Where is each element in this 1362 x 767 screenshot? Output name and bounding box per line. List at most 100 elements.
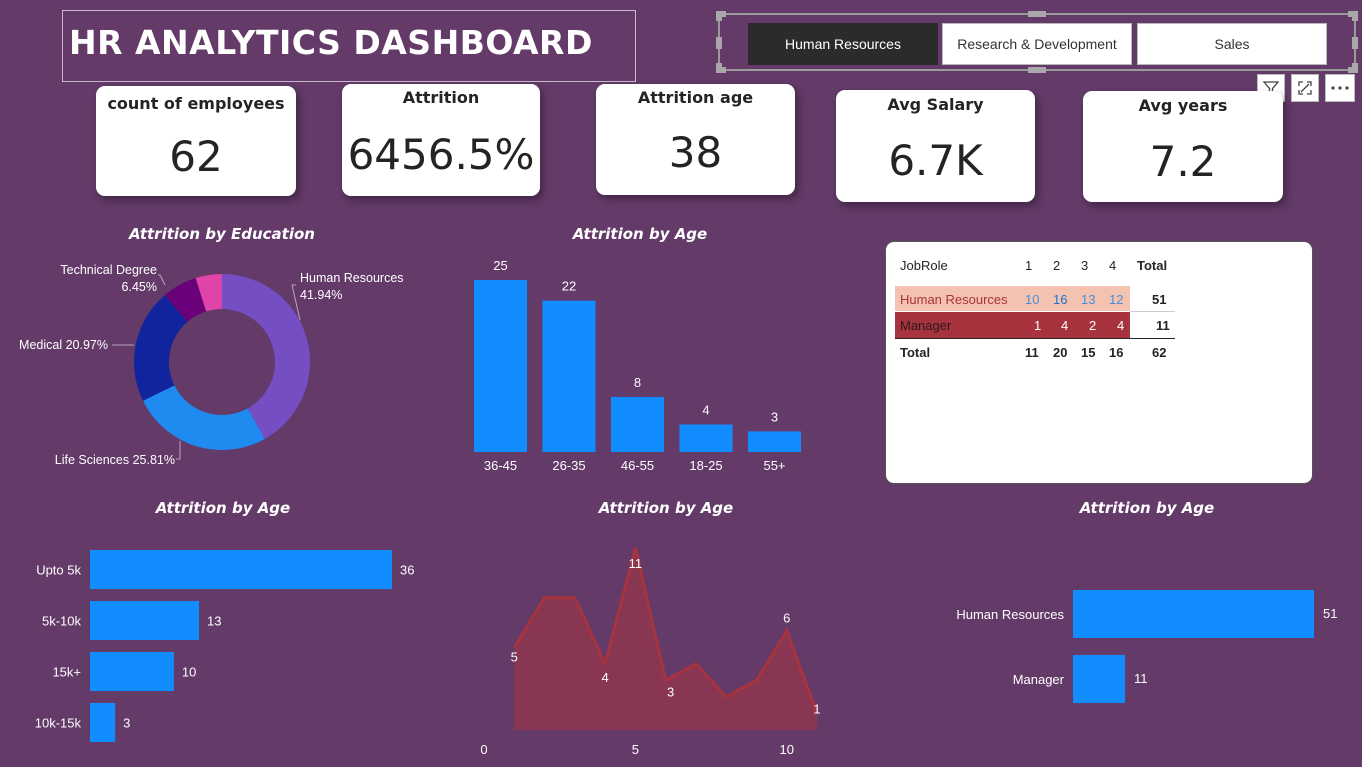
x-tick-label: 5	[632, 742, 639, 757]
matrix-row-label[interactable]: Human Resources	[900, 292, 1008, 307]
x-tick-label: 26-35	[552, 458, 585, 473]
y-tick-label: 5k-10k	[42, 614, 82, 629]
matrix-header-total: Total	[1137, 258, 1168, 273]
resize-handle[interactable]	[1352, 63, 1358, 73]
area-chart-age[interactable]: 54113610 5 10	[460, 530, 860, 765]
slicer-option-human-resources[interactable]: Human Resources	[748, 23, 938, 65]
donut-slice[interactable]	[142, 385, 265, 450]
matrix-row-label[interactable]: Manager	[900, 318, 951, 333]
bar[interactable]	[1073, 590, 1314, 638]
donut-data-label: Technical Degree	[60, 263, 157, 277]
bar[interactable]	[679, 424, 733, 452]
kpi-label: Avg years	[1138, 96, 1228, 115]
bar-data-label: 8	[634, 375, 641, 390]
point-data-label: 3	[667, 684, 674, 699]
bar[interactable]	[90, 550, 392, 589]
focus-mode-icon[interactable]	[1291, 74, 1319, 102]
resize-handle[interactable]	[1028, 11, 1046, 17]
jobrole-matrix[interactable]: JobRole 1 2 3 4 Total Human Resources 10…	[885, 241, 1313, 484]
bar-data-label: 36	[400, 563, 414, 578]
chart-title-area: Attrition by Age	[598, 499, 734, 517]
chart-title-salary-bar: Attrition by Age	[155, 499, 291, 517]
bar[interactable]	[1073, 655, 1125, 703]
donut-data-label: 6.45%	[122, 280, 157, 294]
resize-handle[interactable]	[716, 63, 722, 73]
chart-title-jobrole-bar: Attrition by Age	[1079, 499, 1215, 517]
kpi-value: 6.7K	[888, 136, 983, 185]
bar-data-label: 13	[207, 614, 221, 629]
point-data-label: 6	[783, 611, 790, 626]
kpi-value: 6456.5%	[347, 130, 535, 179]
x-tick-label: 10	[779, 742, 793, 757]
bar[interactable]	[542, 300, 596, 452]
matrix-header: 2	[1053, 258, 1061, 273]
bar[interactable]	[474, 280, 527, 452]
area-fill	[514, 548, 817, 730]
kpi-value: 7.2	[1149, 137, 1217, 186]
bar[interactable]	[611, 396, 664, 452]
kpi-card-employee-count[interactable]: count of employees 62	[96, 86, 296, 196]
kpi-label: Attrition age	[637, 88, 754, 107]
bar[interactable]	[90, 703, 116, 742]
matrix-cell: 13	[1081, 292, 1096, 307]
bar-chart-jobrole[interactable]: Human Resources 51 Manager 11	[900, 570, 1360, 720]
bar[interactable]	[748, 431, 801, 452]
matrix-row-total: 51	[1152, 292, 1167, 307]
x-tick-label: 18-25	[689, 458, 722, 473]
matrix-header-jobrole: JobRole	[900, 258, 948, 273]
resize-handle[interactable]	[1352, 37, 1358, 49]
point-data-label: 5	[511, 649, 518, 664]
y-tick-label: Manager	[1013, 672, 1065, 687]
donut-chart-education[interactable]: Human Resources 41.94% Technical Degree 6.4…	[0, 245, 440, 475]
bar-data-label: 3	[771, 409, 778, 424]
matrix-header: 3	[1081, 258, 1089, 273]
matrix-total-cell: 15	[1081, 345, 1096, 360]
bar-data-label: 3	[123, 716, 130, 731]
point-data-label: 11	[629, 556, 643, 571]
matrix-total-cell: 16	[1109, 345, 1124, 360]
matrix-header: 1	[1025, 258, 1033, 273]
matrix-divider	[1130, 311, 1175, 312]
matrix-total-label: Total	[900, 345, 931, 360]
bar-chart-age[interactable]: 25 36-45 22 26-35 8 46-55 4 18-25 3 55+	[460, 250, 820, 480]
matrix-cell: 1	[1034, 318, 1042, 333]
slicer-option-sales[interactable]: Sales	[1137, 23, 1327, 65]
bar[interactable]	[90, 601, 200, 640]
matrix-cell: 12	[1109, 292, 1124, 307]
chart-title-education: Attrition by Education	[129, 225, 315, 243]
matrix-cell: 16	[1053, 292, 1068, 307]
matrix-divider	[895, 338, 1175, 339]
kpi-card-avg-salary[interactable]: Avg Salary 6.7K	[836, 90, 1035, 202]
slicer-option-research-development[interactable]: Research & Development	[942, 23, 1132, 65]
matrix-total-cell: 11	[1025, 345, 1039, 360]
bar-data-label: 51	[1323, 606, 1337, 621]
kpi-label: Attrition	[402, 88, 480, 107]
resize-handle[interactable]	[1028, 67, 1046, 73]
donut-data-label: Human Resources	[300, 271, 404, 285]
matrix-row-total: 11	[1156, 318, 1170, 333]
x-tick-label: 55+	[763, 458, 785, 473]
matrix-total-cell: 20	[1053, 345, 1068, 360]
bar-data-label: 10	[182, 665, 196, 680]
resize-handle[interactable]	[1352, 11, 1358, 21]
kpi-value: 38	[668, 128, 723, 177]
point-data-label: 1	[813, 701, 820, 716]
bar[interactable]	[90, 652, 174, 691]
dashboard-title-box: HR ANALYTICS DASHBOARD	[62, 10, 636, 82]
kpi-value: 62	[169, 132, 223, 181]
kpi-card-avg-years[interactable]: Avg years 7.2	[1083, 91, 1283, 202]
x-tick-label: 36-45	[484, 458, 517, 473]
kpi-card-attrition[interactable]: Attrition 6456.5%	[342, 84, 540, 196]
donut-data-label: 41.94%	[300, 288, 342, 302]
y-tick-label: Upto 5k	[36, 563, 81, 578]
leader-line	[176, 441, 181, 460]
bar-chart-salary[interactable]: Upto 5k 36 5k-10k 13 15k+ 10 10k-15k 3	[0, 540, 440, 755]
kpi-card-attrition-age[interactable]: Attrition age 38	[596, 84, 795, 195]
more-options-icon[interactable]	[1325, 74, 1355, 102]
y-tick-label: Human Resources	[956, 607, 1064, 622]
department-slicer[interactable]: Human Resources Research & Development S…	[716, 11, 1358, 73]
resize-handle[interactable]	[716, 37, 722, 49]
resize-handle[interactable]	[716, 11, 722, 21]
matrix-grand-total: 62	[1152, 345, 1167, 360]
y-tick-label: 10k-15k	[35, 716, 82, 731]
